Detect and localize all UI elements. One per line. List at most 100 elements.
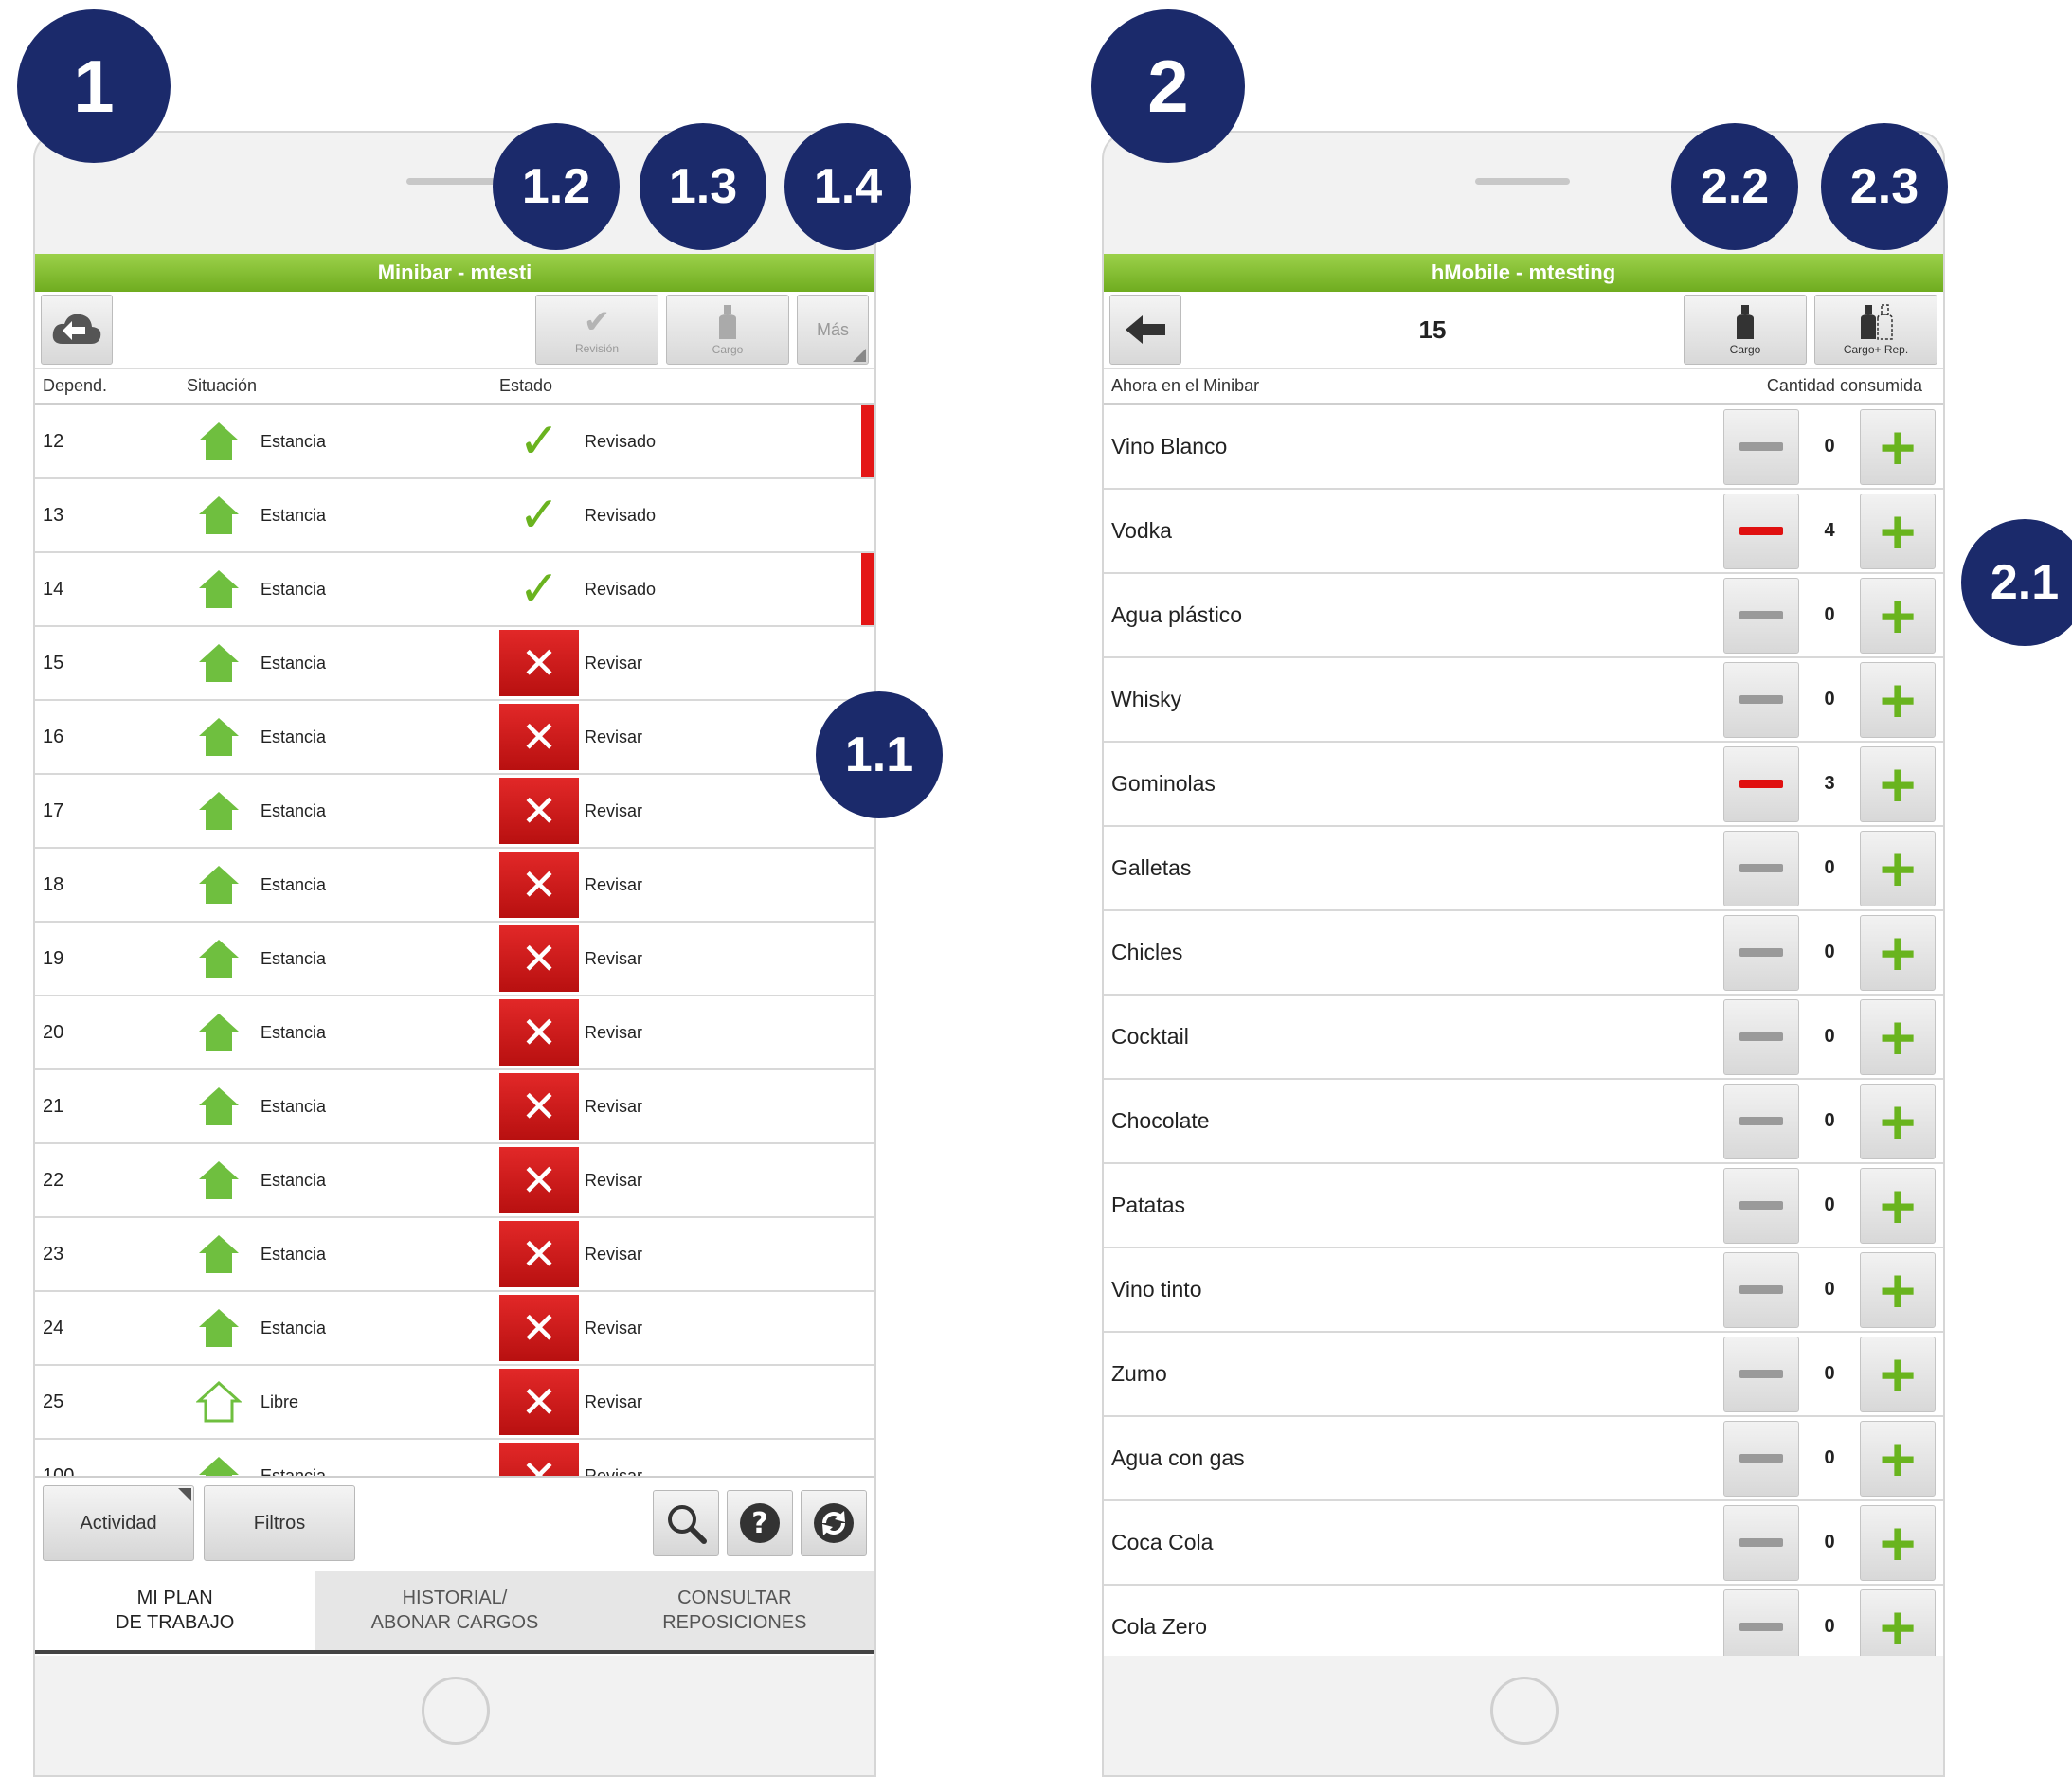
state-cell: ✕ Revisar — [499, 778, 642, 844]
sync-cloud-button[interactable] — [41, 295, 113, 365]
state-cell: ✕ Revisar — [499, 704, 642, 770]
plus-icon: + — [1879, 1170, 1917, 1241]
increment-button[interactable]: + — [1860, 1589, 1936, 1656]
cargo-label: Cargo — [712, 343, 744, 356]
situation-cell: Estancia — [187, 567, 499, 611]
state-label: Revisar — [585, 874, 643, 894]
cargo-rep-button[interactable]: Cargo+ Rep. — [1814, 295, 1937, 365]
x-mark-icon: ✕ — [499, 1221, 579, 1287]
search-button[interactable] — [653, 1490, 719, 1556]
screen-2: hMobile - mtesting 15 Cargo Cargo+ Rep. … — [1104, 254, 1943, 1656]
speaker — [1475, 178, 1570, 185]
plus-icon: + — [1879, 411, 1917, 482]
cargo-button[interactable]: Cargo — [666, 295, 789, 365]
decrement-button[interactable] — [1723, 661, 1799, 738]
decrement-button[interactable] — [1723, 1083, 1799, 1159]
decrement-button[interactable] — [1723, 998, 1799, 1075]
state-label: Revisar — [585, 653, 643, 673]
actividad-button[interactable]: Actividad — [43, 1485, 194, 1561]
tab-2[interactable]: CONSULTAR REPOSICIONES — [595, 1571, 874, 1650]
room-row[interactable]: 13 Estancia ✓ Revisado — [35, 479, 874, 553]
checkmark-icon: ✓ — [518, 562, 560, 617]
room-row[interactable]: 18 Estancia ✕ Revisar — [35, 849, 874, 923]
increment-button[interactable]: + — [1860, 914, 1936, 991]
x-mark-icon: ✕ — [499, 1369, 579, 1435]
situation-cell: Estancia — [187, 863, 499, 906]
callout-badge-1-1: 1.1 — [816, 691, 943, 818]
decrement-button[interactable] — [1723, 1336, 1799, 1412]
house-icon — [199, 1014, 239, 1051]
state-label: Revisar — [585, 1022, 643, 1042]
decrement-button[interactable] — [1723, 408, 1799, 485]
increment-button[interactable]: + — [1860, 1336, 1936, 1412]
room-row[interactable]: 22 Estancia ✕ Revisar — [35, 1144, 874, 1218]
decrement-button[interactable] — [1723, 830, 1799, 906]
room-number: 13 — [43, 504, 64, 526]
col-depend: Depend. — [43, 376, 108, 395]
room-row[interactable]: 24 Estancia ✕ Revisar — [35, 1292, 874, 1366]
decrement-button[interactable] — [1723, 745, 1799, 822]
decrement-button[interactable] — [1723, 577, 1799, 654]
decrement-button[interactable] — [1723, 493, 1799, 569]
room-row[interactable]: 25 Libre ✕ Revisar — [35, 1366, 874, 1440]
state-label: Revisado — [585, 431, 657, 451]
situation-label: Estancia — [261, 874, 327, 894]
tab-1[interactable]: HISTORIAL/ABONAR CARGOS — [315, 1571, 594, 1650]
increment-button[interactable]: + — [1860, 577, 1936, 654]
increment-button[interactable]: + — [1860, 998, 1936, 1075]
increment-button[interactable]: + — [1860, 1083, 1936, 1159]
room-row[interactable]: 19 Estancia ✕ Revisar — [35, 923, 874, 996]
room-row[interactable]: 21 Estancia ✕ Revisar — [35, 1070, 874, 1144]
increment-button[interactable]: + — [1860, 830, 1936, 906]
increment-button[interactable]: + — [1860, 1167, 1936, 1244]
column-header: Ahora en el Minibar Cantidad consumida — [1104, 369, 1943, 405]
decrement-button[interactable] — [1723, 1420, 1799, 1497]
product-row: Agua con gas 0 + — [1104, 1417, 1943, 1501]
room-row[interactable]: 12 Estancia ✓ Revisado — [35, 405, 874, 479]
home-button[interactable] — [1490, 1677, 1559, 1745]
mas-button[interactable]: Más — [797, 295, 869, 365]
decrement-button[interactable] — [1723, 1251, 1799, 1328]
increment-button[interactable]: + — [1860, 745, 1936, 822]
room-row[interactable]: 17 Estancia ✕ Revisar — [35, 775, 874, 849]
product-row: Vodka 4 + — [1104, 490, 1943, 574]
state-label: Revisar — [585, 1318, 643, 1337]
cargo-rep-label: Cargo+ Rep. — [1843, 343, 1909, 356]
quantity-value: 0 — [1824, 1110, 1835, 1131]
decrement-button[interactable] — [1723, 914, 1799, 991]
tab-label-line2: REPOSICIONES — [662, 1612, 807, 1633]
situation-label: Estancia — [261, 1170, 327, 1190]
quantity-value: 0 — [1824, 436, 1835, 457]
increment-button[interactable]: + — [1860, 1251, 1936, 1328]
increment-button[interactable]: + — [1860, 661, 1936, 738]
product-row: Cola Zero 0 + — [1104, 1586, 1943, 1656]
refresh-button[interactable] — [801, 1490, 867, 1556]
increment-button[interactable]: + — [1860, 493, 1936, 569]
tab-label-line2: DE TRABAJO — [116, 1612, 235, 1633]
checkmark-icon: ✓ — [518, 414, 560, 469]
revision-button[interactable]: ✔ Revisión — [535, 295, 658, 365]
help-button[interactable]: ? — [727, 1490, 793, 1556]
room-row[interactable]: 23 Estancia ✕ Revisar — [35, 1218, 874, 1292]
decrement-button[interactable] — [1723, 1504, 1799, 1581]
increment-button[interactable]: + — [1860, 1420, 1936, 1497]
increment-button[interactable]: + — [1860, 1504, 1936, 1581]
room-row[interactable]: 16 Estancia ✕ Revisar — [35, 701, 874, 775]
plus-icon: + — [1879, 1507, 1917, 1578]
room-row[interactable]: 14 Estancia ✓ Revisado — [35, 553, 874, 627]
tab-0[interactable]: MI PLAN DE TRABAJO — [35, 1571, 315, 1654]
back-button[interactable] — [1109, 295, 1181, 365]
checkmark-icon: ✓ — [518, 488, 560, 543]
room-row[interactable]: 20 Estancia ✕ Revisar — [35, 996, 874, 1070]
cargo-button[interactable]: Cargo — [1684, 295, 1807, 365]
increment-button[interactable]: + — [1860, 408, 1936, 485]
home-button[interactable] — [422, 1677, 490, 1745]
plus-icon: + — [1879, 1086, 1917, 1157]
decrement-button[interactable] — [1723, 1167, 1799, 1244]
situation-cell: Estancia — [187, 1158, 499, 1202]
col-consumed: Cantidad consumida — [1766, 376, 1922, 395]
decrement-button[interactable] — [1723, 1589, 1799, 1656]
room-row[interactable]: 15 Estancia ✕ Revisar — [35, 627, 874, 701]
situation-cell: Estancia — [187, 1011, 499, 1054]
filtros-button[interactable]: Filtros — [204, 1485, 355, 1561]
